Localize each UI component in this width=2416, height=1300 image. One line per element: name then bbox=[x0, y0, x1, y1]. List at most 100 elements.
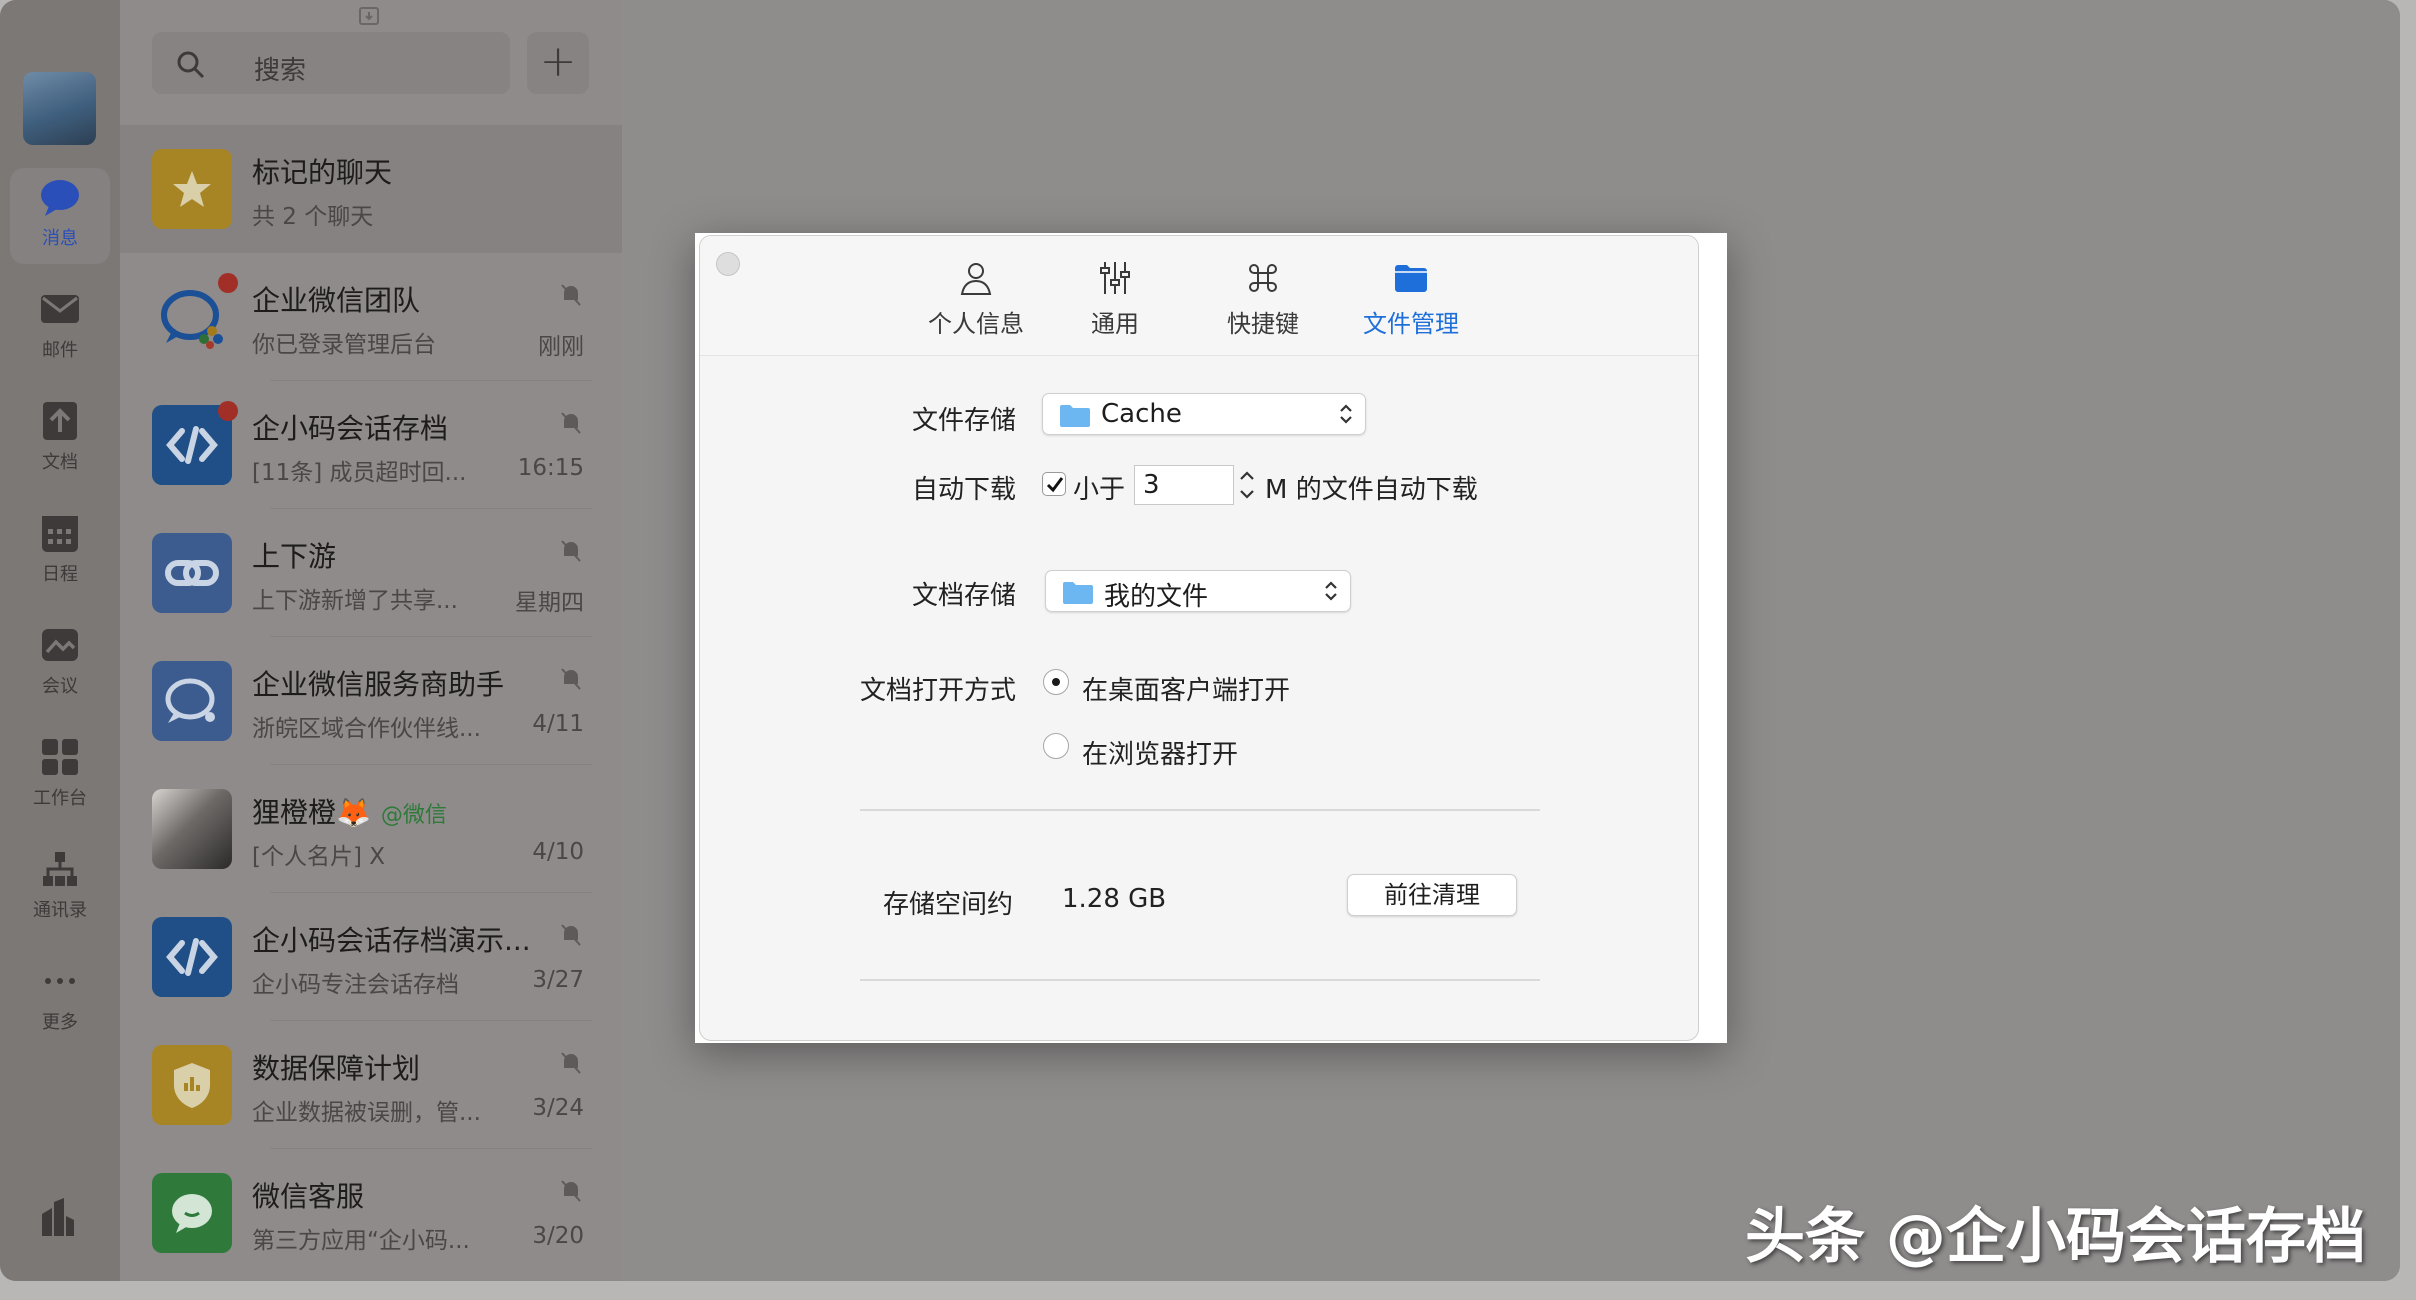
user-avatar[interactable] bbox=[23, 72, 96, 145]
chat-row-data-protection[interactable]: 数据保障计划 企业数据被误删，管... 3/24 bbox=[120, 1021, 622, 1149]
app-logo-icon[interactable] bbox=[38, 1196, 78, 1238]
starred-chat-avatar bbox=[152, 149, 232, 229]
nav-label: 文档 bbox=[42, 452, 78, 473]
clean-storage-button[interactable]: 前往清理 bbox=[1347, 874, 1517, 916]
mute-bell-icon bbox=[561, 284, 581, 306]
divider bbox=[860, 809, 1540, 811]
chat-name: 企业微信服务商助手 bbox=[252, 668, 505, 701]
provider-assistant-avatar bbox=[152, 661, 232, 741]
nav-label: 日程 bbox=[42, 564, 78, 585]
tab-label: 快捷键 bbox=[1227, 310, 1299, 338]
nav-item-mail[interactable]: 邮件 bbox=[10, 280, 110, 376]
doc-storage-label: 文档存储 bbox=[911, 581, 1016, 611]
chat-row-wecom-team[interactable]: 企业微信团队 你已登录管理后台 刚刚 bbox=[120, 253, 622, 381]
chat-name: 企小码会话存档演示... bbox=[252, 924, 531, 957]
chat-bubble-outline-icon bbox=[165, 678, 215, 723]
nav-item-messages[interactable]: 消息 bbox=[10, 168, 110, 264]
left-nav: 消息 邮件 文档 日程 会议 工作台 通讯录 更多 bbox=[0, 0, 120, 1281]
mute-bell-icon bbox=[561, 1052, 581, 1074]
tab-label: 通用 bbox=[1091, 310, 1139, 338]
doc-storage-select[interactable]: 我的文件 bbox=[1045, 570, 1351, 612]
shield-icon bbox=[174, 1063, 210, 1108]
search-placeholder: 搜索 bbox=[254, 56, 307, 86]
file-storage-value: Cache bbox=[1101, 399, 1182, 429]
mute-bell-icon bbox=[561, 1180, 581, 1202]
nav-item-docs[interactable]: 文档 bbox=[10, 392, 110, 488]
chat-row-qxm-demo[interactable]: 企小码会话存档演示... 企小码专注会话存档 3/27 bbox=[120, 893, 622, 1021]
auto-download-size-input[interactable]: 3 bbox=[1134, 465, 1234, 505]
code-brackets-icon bbox=[166, 938, 218, 976]
folder-icon bbox=[1063, 582, 1093, 604]
chat-preview: 你已登录管理后台 bbox=[252, 332, 436, 358]
command-icon bbox=[1249, 264, 1277, 292]
open-in-desktop-radio[interactable] bbox=[1043, 669, 1069, 695]
chat-time: 刚刚 bbox=[538, 334, 584, 360]
chat-row-starred[interactable]: 标记的聊天 共 2 个聊天 bbox=[120, 125, 622, 253]
tab-shortcuts[interactable]: 快捷键 bbox=[1193, 258, 1333, 339]
folder-icon bbox=[1395, 265, 1427, 292]
chat-preview: 企小码专注会话存档 bbox=[252, 972, 459, 998]
preferences-toolbar: 个人信息 通用 快捷键 文件管理 bbox=[700, 236, 1698, 356]
auto-download-label: 自动下载 bbox=[911, 475, 1016, 505]
chat-time: 16:15 bbox=[517, 455, 584, 481]
tab-personal-info[interactable]: 个人信息 bbox=[906, 258, 1046, 339]
wechat-tag: @微信 bbox=[380, 803, 447, 828]
file-storage-select[interactable]: Cache bbox=[1042, 393, 1366, 435]
chat-time: 4/10 bbox=[532, 839, 584, 865]
storage-usage-label: 存储空间约 bbox=[883, 890, 1014, 920]
divider bbox=[860, 979, 1540, 981]
chat-row-wechat-service[interactable]: 微信客服 第三方应用“企小码... 3/20 bbox=[120, 1149, 622, 1277]
watermark-text: 头条 @企小码会话存档 bbox=[1745, 1202, 2366, 1272]
meeting-icon bbox=[42, 629, 78, 661]
search-icon bbox=[177, 51, 205, 79]
tab-general[interactable]: 通用 bbox=[1045, 258, 1185, 339]
nav-item-contacts[interactable]: 通讯录 bbox=[10, 840, 110, 936]
new-window-icon[interactable] bbox=[358, 6, 380, 26]
nav-item-workbench[interactable]: 工作台 bbox=[10, 728, 110, 824]
add-button[interactable]: + bbox=[527, 32, 589, 94]
chat-preview: 浙皖区域合作伙伴线... bbox=[252, 716, 481, 742]
nav-label: 更多 bbox=[42, 1012, 78, 1033]
chat-row-qxm-archive[interactable]: 企小码会话存档 [11条] 成员超时回... 16:15 bbox=[120, 381, 622, 509]
chat-name: 数据保障计划 bbox=[252, 1052, 421, 1085]
workbench-icon bbox=[42, 739, 78, 775]
chat-preview: 上下游新增了共享... bbox=[252, 588, 458, 614]
chat-preview: [11条] 成员超时回... bbox=[252, 460, 467, 486]
document-icon bbox=[43, 402, 77, 440]
chat-list-panel: 搜索 + 标记的聊天 共 2 个聊天 企业微信团队 你已登录管理后台 刚刚 企小… bbox=[120, 0, 622, 1281]
tab-label: 文件管理 bbox=[1363, 310, 1459, 338]
star-icon bbox=[173, 171, 211, 207]
nav-label: 工作台 bbox=[33, 788, 87, 809]
tab-file-management[interactable]: 文件管理 bbox=[1341, 258, 1481, 339]
search-input[interactable]: 搜索 bbox=[152, 32, 510, 94]
chat-preview: 企业数据被误删，管... bbox=[252, 1100, 481, 1126]
chat-row-licc[interactable]: 狸橙橙🦊 @微信 [个人名片] X 4/10 bbox=[120, 765, 622, 893]
mute-bell-icon bbox=[561, 540, 581, 562]
nav-item-meetings[interactable]: 会议 bbox=[10, 616, 110, 712]
contacts-icon bbox=[43, 852, 77, 886]
chat-bubble-icon bbox=[41, 180, 79, 216]
chat-time: 3/24 bbox=[532, 1095, 584, 1121]
unread-badge bbox=[218, 273, 238, 293]
chat-row-provider-assistant[interactable]: 企业微信服务商助手 浙皖区域合作伙伴线... 4/11 bbox=[120, 637, 622, 765]
open-in-desktop-label: 在桌面客户端打开 bbox=[1082, 676, 1291, 706]
nav-item-calendar[interactable]: 日程 bbox=[10, 504, 110, 600]
dialog-close-button[interactable] bbox=[716, 252, 740, 276]
nav-label: 邮件 bbox=[42, 340, 78, 361]
storage-usage-value: 1.28 GB bbox=[1062, 884, 1167, 914]
nav-label: 消息 bbox=[42, 228, 78, 249]
auto-download-checkbox[interactable] bbox=[1042, 472, 1066, 496]
chat-name: 企小码会话存档 bbox=[252, 412, 449, 445]
mail-icon bbox=[41, 295, 79, 323]
checkmark-icon bbox=[1046, 477, 1064, 493]
more-icon bbox=[45, 978, 75, 984]
mute-bell-icon bbox=[561, 412, 581, 434]
preferences-panel: 个人信息 通用 快捷键 文件管理 文件存储 Cache 自动下载 小于 3 M … bbox=[699, 235, 1699, 1041]
open-in-browser-radio[interactable] bbox=[1043, 733, 1069, 759]
chat-row-upstream[interactable]: 上下游 上下游新增了共享... 星期四 bbox=[120, 509, 622, 637]
calendar-icon bbox=[42, 516, 78, 552]
nav-item-more[interactable]: 更多 bbox=[10, 952, 110, 1048]
size-stepper[interactable] bbox=[1236, 465, 1258, 505]
chat-name: 标记的聊天 bbox=[252, 156, 393, 189]
chat-name: 狸橙橙🦊 @微信 bbox=[252, 791, 447, 831]
